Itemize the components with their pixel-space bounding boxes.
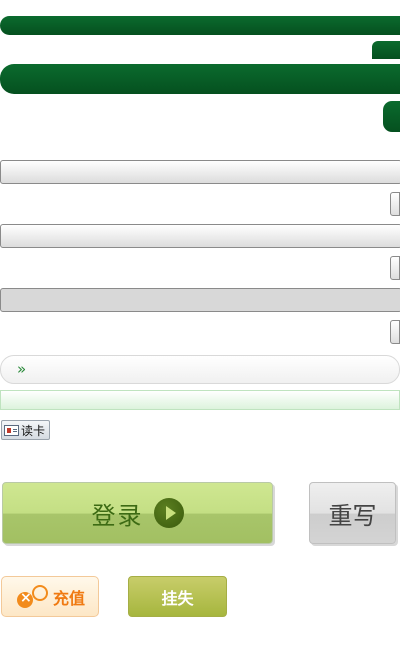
report-loss-button[interactable]: 挂失 xyxy=(128,576,227,617)
password-side-button[interactable] xyxy=(390,256,400,280)
status-strip xyxy=(0,390,400,410)
double-chevron-icon: » xyxy=(17,360,27,378)
read-card-button[interactable]: 读卡 xyxy=(1,420,50,440)
header-bar xyxy=(0,16,400,35)
password-input[interactable] xyxy=(0,224,400,248)
captcha-side-button[interactable] xyxy=(390,320,400,344)
recharge-button[interactable]: 充值 xyxy=(1,576,99,617)
header-tab xyxy=(372,41,400,59)
play-icon xyxy=(153,498,184,528)
expand-row[interactable]: » xyxy=(0,355,400,384)
account-input[interactable] xyxy=(0,160,400,184)
header-tab-secondary xyxy=(383,101,400,132)
coin-icon xyxy=(15,584,48,610)
captcha-input[interactable] xyxy=(0,288,400,312)
id-card-icon xyxy=(4,424,19,436)
report-loss-label: 挂失 xyxy=(161,588,194,608)
recharge-label: 充值 xyxy=(52,588,85,608)
reset-button[interactable]: 重写 xyxy=(309,482,396,544)
header-bar-secondary xyxy=(0,64,400,94)
read-card-label: 读卡 xyxy=(21,423,46,438)
login-button[interactable]: 登录 xyxy=(2,482,273,544)
reset-label: 重写 xyxy=(328,501,377,530)
account-side-button[interactable] xyxy=(390,192,400,216)
login-label: 登录 xyxy=(91,501,144,530)
